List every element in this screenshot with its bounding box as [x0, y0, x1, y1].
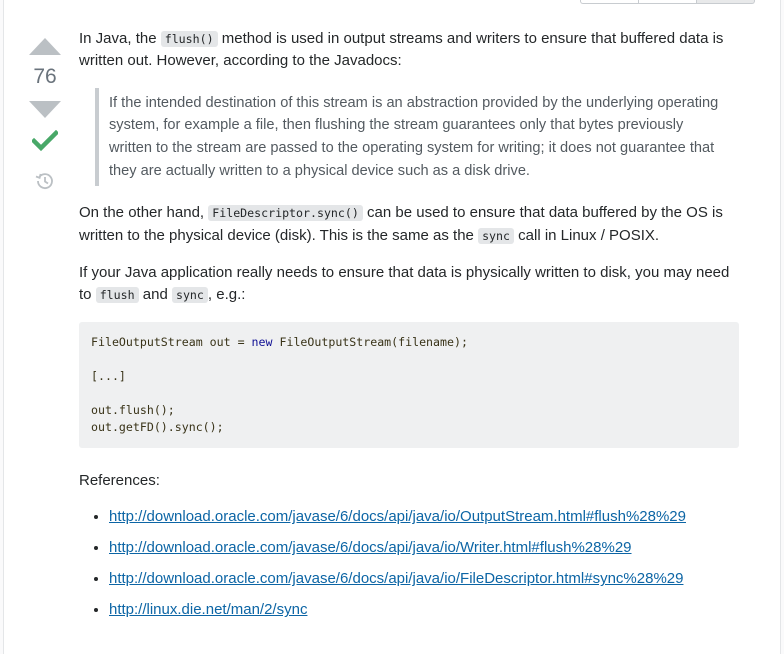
inline-code-filedescriptor-sync: FileDescriptor.sync() — [208, 205, 363, 222]
code-line-1-a: FileOutputStream out = — [91, 334, 252, 349]
intro-paragraph: In Java, the flush() method is used in o… — [79, 28, 739, 73]
sort-tab-1[interactable] — [580, 0, 639, 4]
code-line-1: FileOutputStream out = new FileOutputStr… — [91, 334, 727, 351]
references-label: References: — [79, 471, 160, 489]
sort-tab-2[interactable] — [638, 0, 697, 4]
code-line-6: out.getFD().sync(); — [91, 419, 224, 434]
vote-count: 76 — [33, 65, 57, 88]
references-list: http://download.oracle.com/javase/6/docs… — [79, 506, 739, 621]
code-line-1-b: FileOutputStream(filename); — [272, 334, 468, 349]
inline-code-flush-2: flush — [95, 287, 139, 304]
left-border — [0, 0, 4, 654]
inline-code-sync-2: sync — [171, 287, 208, 304]
answer-page: 76 In Java, the flush() method is used i… — [0, 0, 784, 654]
sync-text-3: call in Linux / POSIX. — [513, 226, 660, 244]
vote-column: 76 — [22, 30, 68, 196]
list-item: http://download.oracle.com/javase/6/docs… — [109, 537, 739, 559]
accepted-checkmark-icon — [30, 129, 60, 157]
sort-tabs — [580, 0, 755, 4]
answer-body: In Java, the flush() method is used in o… — [79, 28, 739, 630]
code-keyword-new: new — [251, 334, 273, 349]
code-line-5: out.flush(); — [91, 402, 175, 417]
list-item: http://linux.die.net/man/2/sync — [109, 599, 739, 621]
list-item: http://download.oracle.com/javase/6/docs… — [109, 506, 739, 528]
sort-tab-3[interactable] — [696, 0, 755, 4]
code-block: FileOutputStream out = new FileOutputStr… — [79, 321, 739, 448]
inline-code-sync: sync — [478, 227, 514, 244]
sync-text-1: On the other hand, — [79, 204, 209, 222]
right-border — [780, 0, 784, 654]
code-line-3: [...] — [91, 368, 126, 383]
reference-link-linux-sync[interactable]: http://linux.die.net/man/2/sync — [109, 601, 307, 618]
app-text-2: and — [138, 286, 172, 304]
vote-down-icon[interactable] — [29, 101, 61, 118]
reference-link-filedescriptor[interactable]: http://download.oracle.com/javase/6/docs… — [109, 570, 683, 587]
javadoc-quote: If the intended destination of this stre… — [95, 87, 739, 187]
intro-text-1: In Java, the — [79, 30, 161, 47]
sync-paragraph: On the other hand, FileDescriptor.sync()… — [79, 202, 739, 247]
inline-code-flush: flush() — [160, 31, 218, 47]
list-item: http://download.oracle.com/javase/6/docs… — [109, 568, 739, 590]
vote-up-icon[interactable] — [29, 38, 61, 55]
reference-link-outputstream[interactable]: http://download.oracle.com/javase/6/docs… — [109, 508, 686, 525]
history-icon[interactable] — [35, 171, 55, 196]
reference-link-writer[interactable]: http://download.oracle.com/javase/6/docs… — [109, 539, 632, 556]
application-paragraph: If your Java application really needs to… — [79, 262, 739, 307]
app-text-3: , e.g.: — [207, 286, 246, 304]
